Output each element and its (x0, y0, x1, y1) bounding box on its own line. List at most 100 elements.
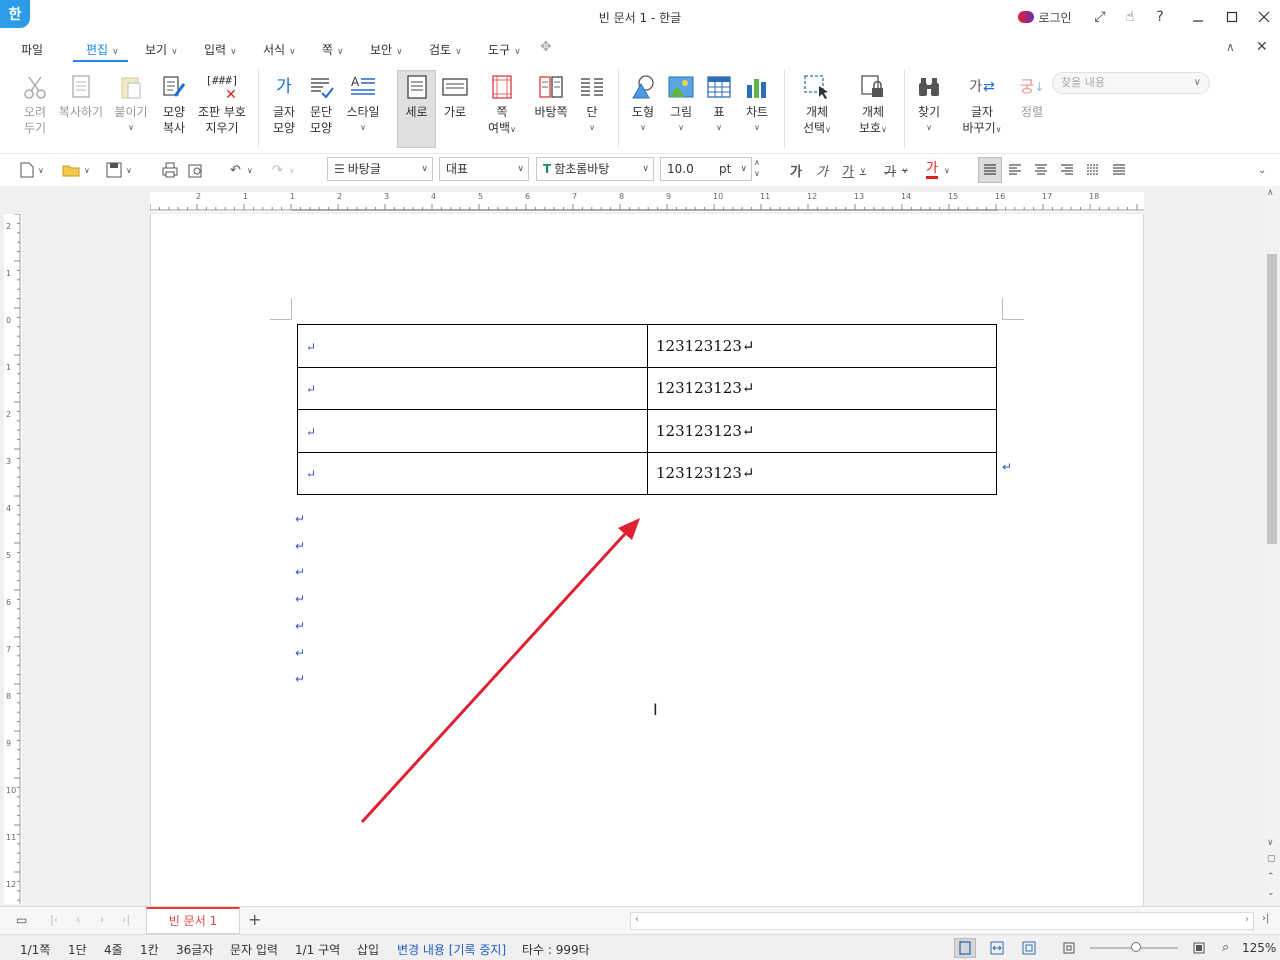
menu-security[interactable]: 보안 ∨ (370, 41, 403, 58)
protect-object-button[interactable]: 개체 보호∨ (850, 70, 896, 138)
font-combo[interactable]: T 함초롬바탕 ∨ (536, 157, 654, 181)
menu-file[interactable]: 파일 (21, 41, 43, 58)
columns-button[interactable]: 단 ∨ (576, 70, 608, 136)
distribute-button[interactable] (1086, 160, 1100, 180)
table-cell-right[interactable]: 123123123↵ (647, 366, 997, 410)
table-cell-left[interactable]: ↵ (297, 324, 648, 368)
status-zoom[interactable]: 125% (1242, 941, 1276, 955)
print-icon[interactable] (162, 160, 178, 180)
puzzle-icon[interactable]: ✥ (540, 39, 552, 55)
zoom-out-button[interactable] (1058, 938, 1080, 958)
sort-button[interactable]: 궁 ↓ 정렬 (1014, 70, 1050, 120)
find-button[interactable]: 찾기 ∨ (912, 70, 946, 136)
expand-icon[interactable]: ⤢ (1090, 6, 1110, 28)
last-tab-icon[interactable]: ›| (122, 913, 130, 926)
menu-format[interactable]: 서식 ∨ (263, 41, 296, 58)
clear-marks-button[interactable]: [###] ✕ 조판 부호 지우기 (194, 70, 250, 136)
chart-button[interactable]: 차트 ∨ (740, 70, 774, 136)
toolbar-expand-icon[interactable]: ⌄ (1258, 160, 1266, 180)
hand-icon[interactable]: ☝ (1120, 6, 1140, 28)
vertical-scrollbar[interactable]: ∧ ∨ ▢ ⌃ ⌄ (1264, 186, 1280, 906)
select-object-button[interactable]: 개체 선택∨ (794, 70, 840, 138)
underline-button[interactable]: 가 ∨ (842, 160, 866, 180)
shape-button[interactable]: 도형 ∨ (626, 70, 660, 136)
copy-button[interactable]: 복사하기 (56, 70, 106, 120)
align-center-button[interactable] (1034, 160, 1048, 180)
italic-button[interactable]: 가 (816, 160, 828, 180)
vertical-page-button[interactable]: 세로 (397, 70, 436, 120)
format-copy-button[interactable]: 모양 복사 (156, 70, 192, 136)
table-button[interactable]: 표 ∨ (702, 70, 736, 136)
print-preview-icon[interactable] (188, 160, 204, 180)
page-margin-button[interactable]: 쪽 여백∨ (482, 70, 522, 138)
scrollbar-thumb[interactable] (1267, 254, 1277, 544)
magnifier-icon[interactable]: ⌕ (1222, 940, 1229, 955)
menu-insert[interactable]: 입력 ∨ (204, 41, 237, 58)
app-logo[interactable]: 한 (0, 0, 30, 28)
open-folder-icon[interactable]: ∨ (62, 160, 90, 180)
bold-button[interactable]: 가 (790, 160, 802, 180)
save-icon[interactable]: ∨ (106, 160, 132, 180)
login-button[interactable]: 로그인 (1014, 6, 1076, 28)
align-left-button[interactable] (1008, 160, 1022, 180)
picture-button[interactable]: 그림 ∨ (664, 70, 698, 136)
cut-button[interactable]: 오려 두기 (16, 70, 54, 136)
style-combo[interactable]: ☰ 바탕글 ∨ (327, 157, 433, 181)
table-cell-left[interactable]: ↵ (297, 366, 648, 410)
menu-view[interactable]: 보기 ∨ (145, 41, 178, 58)
collapse-ribbon-icon[interactable]: ∧ (1226, 40, 1235, 54)
style-button[interactable]: A 스타일 ∨ (342, 70, 384, 136)
fit-page-button[interactable] (1018, 938, 1040, 958)
align-justify-button[interactable] (978, 157, 1002, 183)
tab-document-1[interactable]: 빈 문서 1 (146, 907, 240, 934)
status-insert-mode[interactable]: 삽입 (357, 941, 379, 958)
undo-icon[interactable]: ↶ ∨ (230, 160, 253, 180)
char-shape-button[interactable]: 가 글자 모양 (266, 70, 302, 136)
strikethrough-button[interactable]: 가 ∨ (884, 160, 908, 180)
redo-icon[interactable]: ↷ ∨ (272, 160, 295, 180)
new-document-icon[interactable]: ∨ (20, 160, 44, 180)
menu-edit[interactable]: 편집 ∨ (86, 41, 119, 58)
table-cell-right[interactable]: 123123123↵ (647, 451, 997, 495)
font-color-button[interactable]: 가 ∨ (926, 160, 950, 180)
menu-tools[interactable]: 도구 ∨ (488, 41, 521, 58)
font-size-stepper[interactable]: ∧ ∨ (754, 157, 760, 178)
para-shape-button[interactable]: 문단 모양 (303, 70, 339, 136)
prev-tab-icon[interactable]: ‹ (76, 913, 80, 926)
horizontal-scrollbar[interactable]: ‹ › (630, 912, 1254, 930)
align-right-button[interactable] (1060, 160, 1074, 180)
table-cell-left[interactable]: ↵ (297, 451, 648, 495)
zoom-slider-thumb[interactable] (1131, 942, 1141, 952)
close-panel-icon[interactable]: ✕ (1256, 39, 1268, 55)
table-cell-right[interactable]: 123123123↵ (647, 409, 997, 453)
maximize-icon[interactable] (1222, 6, 1242, 28)
close-icon[interactable] (1254, 6, 1274, 28)
menu-page[interactable]: 쪽 ∨ (322, 41, 344, 58)
document-table[interactable]: ↵ 123123123↵ ↵ 123123123↵ ↵ 123123123↵ ↵ 123123… (297, 324, 997, 495)
horizontal-ruler[interactable]: 2 1 1 2 3 4 5 6 7 8 9 10 11 12 13 14 15 16 17 18 (150, 192, 1144, 212)
horizontal-page-button[interactable]: 가로 (438, 70, 472, 120)
master-page-button[interactable]: 바탕쪽 (530, 70, 572, 120)
zoom-in-button[interactable] (1188, 938, 1210, 958)
divide-button[interactable] (1112, 160, 1126, 180)
page-view-button[interactable] (954, 938, 976, 958)
paste-button[interactable]: 붙이기 ∨ (110, 70, 152, 136)
scroll-right-end-icon[interactable]: ›| (1262, 913, 1269, 924)
status-input-mode[interactable]: 문자 입력 (230, 941, 278, 958)
font-size-field[interactable]: 10.0 pt ∨ (660, 157, 752, 181)
help-icon[interactable]: ? (1150, 6, 1170, 28)
language-combo[interactable]: 대표 ∨ (439, 157, 529, 181)
table-cell-right[interactable]: 123123123↵ (647, 324, 997, 368)
next-tab-icon[interactable]: › (100, 913, 104, 926)
menu-review[interactable]: 검토 ∨ (429, 41, 462, 58)
table-cell-left[interactable]: ↵ (297, 409, 648, 453)
document-list-icon[interactable]: ▭ (16, 913, 27, 927)
replace-button[interactable]: 가 ⇄ 글자 바꾸기∨ (956, 70, 1008, 138)
fit-width-button[interactable] (986, 938, 1008, 958)
first-tab-icon[interactable]: |‹ (50, 913, 58, 926)
chevron-down-icon: ∨ (517, 164, 524, 174)
add-tab-button[interactable]: + (248, 910, 261, 929)
status-track-changes[interactable]: 변경 내용 [기록 중지] (397, 941, 506, 958)
minimize-icon[interactable] (1188, 6, 1208, 28)
vertical-ruler[interactable]: 2 1 0 1 2 3 4 5 6 7 8 9 10 11 12 (4, 214, 22, 904)
